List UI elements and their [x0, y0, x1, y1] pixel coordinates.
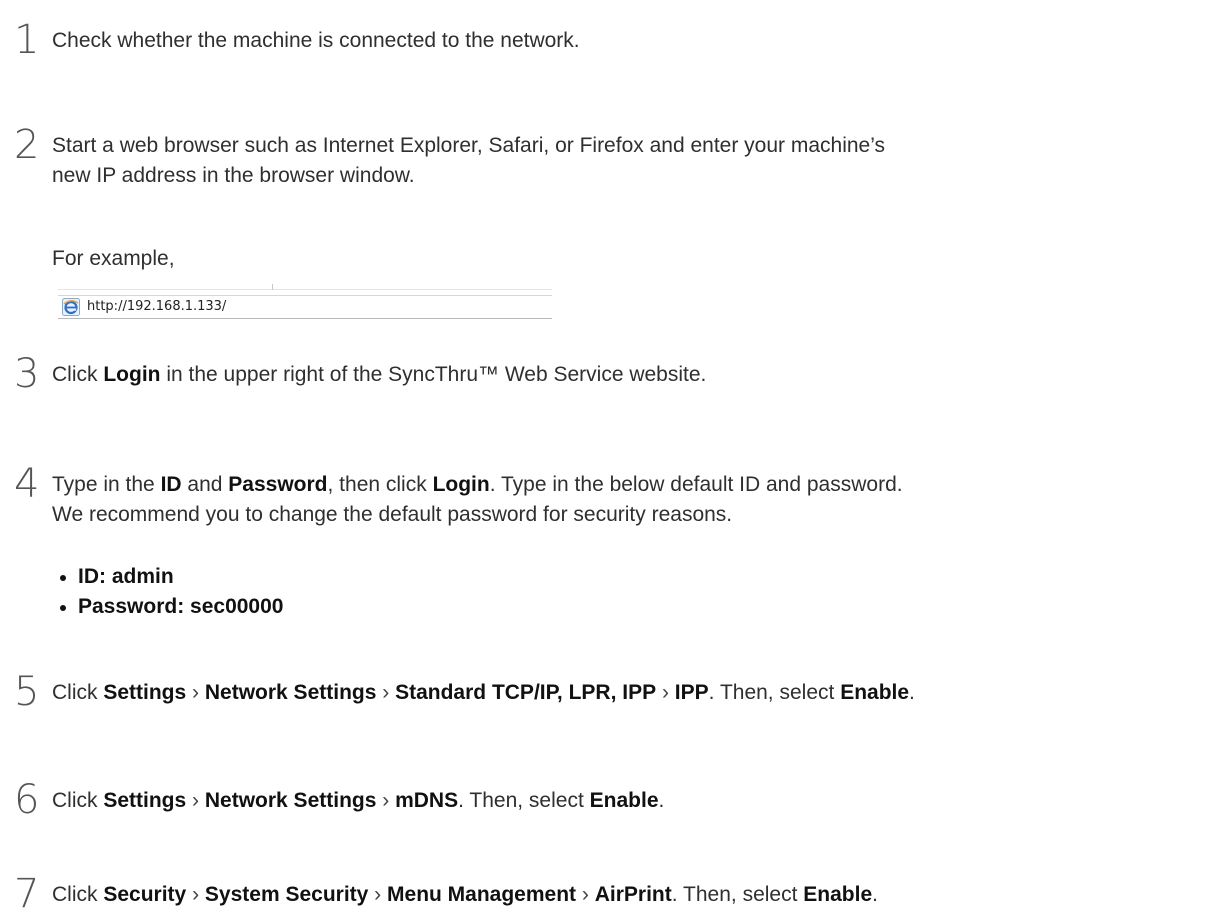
menu-path-item: Menu Management — [387, 883, 577, 906]
toolbar-divider — [272, 284, 273, 290]
enable-label: Enable — [589, 789, 659, 812]
chevron-right-icon: › — [192, 883, 200, 906]
step-number: 1 — [14, 17, 40, 63]
login-label: Login — [103, 363, 161, 386]
menu-path-item: Security — [103, 883, 187, 906]
step-text: Click Login in the upper right of the Sy… — [52, 363, 707, 386]
address-url: http://192.168.1.133/ — [87, 299, 227, 314]
default-credentials-list: ID: admin Password: sec00000 — [58, 562, 283, 622]
list-item: Password: sec00000 — [58, 592, 283, 622]
step-text: Check whether the machine is connected t… — [52, 29, 580, 52]
step-number: 3 — [14, 351, 40, 397]
step-number: 4 — [14, 461, 40, 507]
menu-path-item: IPP — [674, 681, 709, 704]
step-number: 2 — [14, 122, 40, 168]
enable-label: Enable — [803, 883, 873, 906]
menu-path-item: Standard TCP/IP, LPR, IPP — [395, 681, 657, 704]
password-label: Password — [228, 473, 328, 496]
menu-path-item: Network Settings — [204, 681, 377, 704]
step-number: 5 — [14, 669, 40, 715]
chevron-right-icon: › — [192, 681, 200, 704]
internet-explorer-icon — [62, 298, 80, 316]
step-text-line1: Start a web browser such as Internet Exp… — [52, 134, 886, 157]
step-text: Click Settings › Network Settings › Stan… — [52, 681, 915, 704]
step-text: Type in the ID and Password, then click … — [52, 473, 903, 526]
browser-address-bar: http://192.168.1.133/ — [58, 295, 552, 319]
step-number: 7 — [14, 871, 40, 917]
menu-path-item: mDNS — [395, 789, 459, 812]
list-item: ID: admin — [58, 562, 283, 592]
step-text: Click Settings › Network Settings › mDNS… — [52, 789, 665, 812]
login-label: Login — [432, 473, 490, 496]
chevron-right-icon: › — [374, 883, 382, 906]
step-text: Click Security › System Security › Menu … — [52, 883, 878, 906]
chevron-right-icon: › — [382, 789, 390, 812]
chevron-right-icon: › — [581, 883, 589, 906]
menu-path-item: System Security — [204, 883, 369, 906]
step-text-line2: We recommend you to change the default p… — [52, 503, 733, 526]
menu-path-item: Network Settings — [204, 789, 377, 812]
step-number: 6 — [14, 777, 40, 823]
id-label: ID — [160, 473, 182, 496]
chevron-right-icon: › — [192, 789, 200, 812]
chevron-right-icon: › — [661, 681, 669, 704]
enable-label: Enable — [840, 681, 910, 704]
menu-path-item: Settings — [103, 789, 187, 812]
example-label: For example, — [52, 247, 175, 270]
step-text: Start a web browser such as Internet Exp… — [52, 131, 1197, 191]
chevron-right-icon: › — [382, 681, 390, 704]
menu-path-item: Settings — [103, 681, 187, 704]
menu-path-item: AirPrint — [594, 883, 672, 906]
step-text-line2: new IP address in the browser window. — [52, 164, 415, 187]
